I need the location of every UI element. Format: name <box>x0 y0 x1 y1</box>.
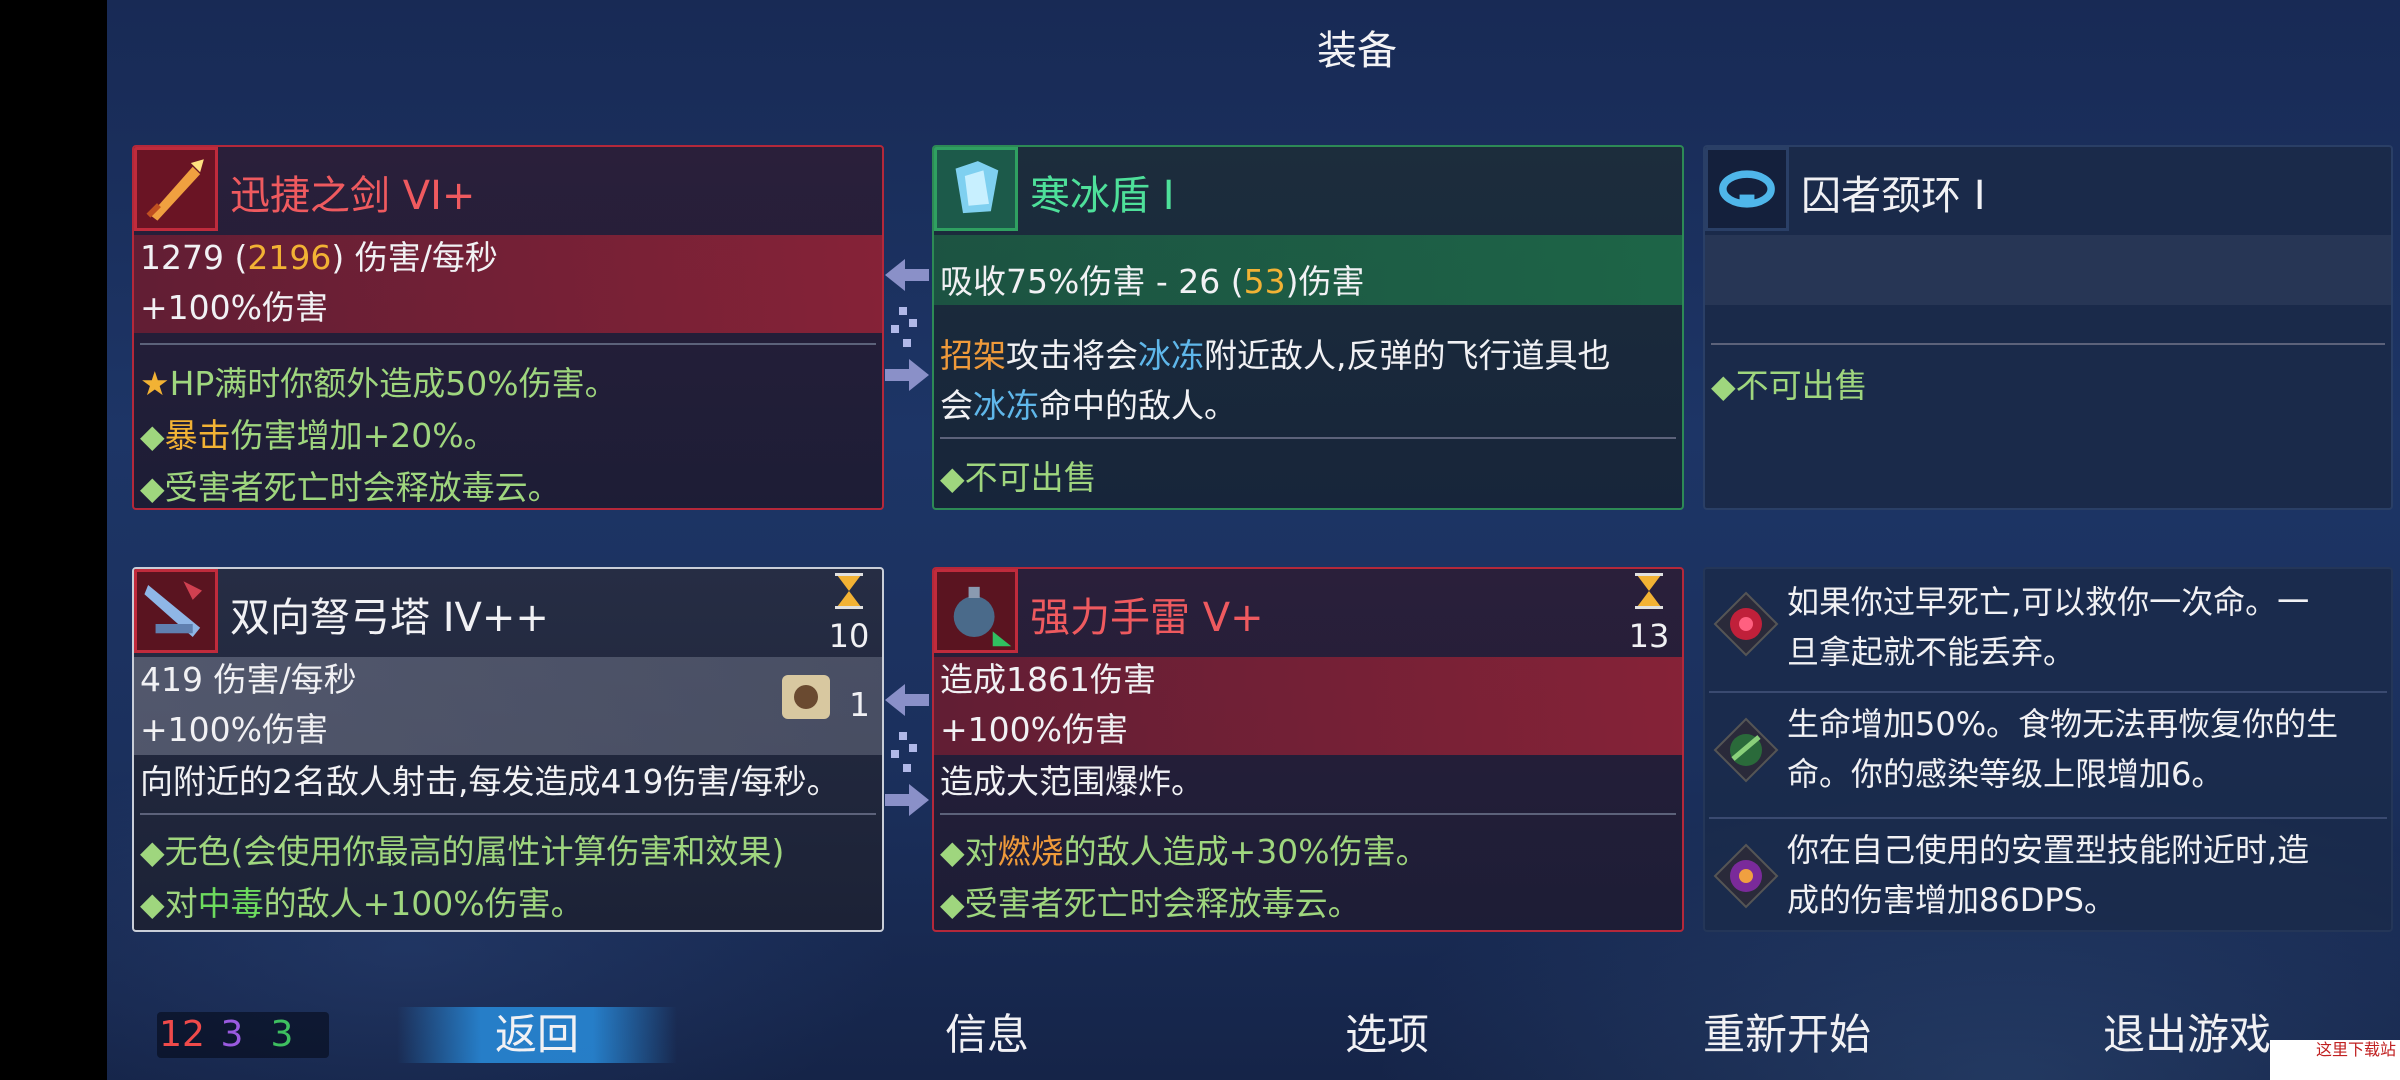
weapon-card-sword[interactable]: 迅捷之剑 VI+ 1279 (2196) 伤害/每秒 +100%伤害 ★HP满时… <box>132 145 884 510</box>
amulet-card[interactable]: 囚者颈环 I ◆不可出售 <box>1703 145 2393 510</box>
bullet-icon: ◆ <box>940 885 965 923</box>
divider <box>140 813 876 815</box>
cooldown-value: 13 <box>1628 617 1670 655</box>
divider <box>940 813 1676 815</box>
divider <box>140 343 876 345</box>
affix-burning: ◆对燃烧的敌人造成+30%伤害。 <box>940 832 1429 871</box>
item-name: 双向弩弓塔 IV++ <box>230 595 549 641</box>
grenade-icon <box>934 569 1018 653</box>
ice-shield-icon <box>934 147 1018 231</box>
divider <box>940 437 1676 439</box>
affix-colorless: ◆无色(会使用你最高的属性计算伤害和效果) <box>140 832 785 871</box>
cooldown-timer: 10 <box>824 573 874 655</box>
bullet-icon: ◆ <box>140 417 165 455</box>
target-mutation-icon <box>1711 841 1781 911</box>
restart-button[interactable]: 重新开始 <box>1637 1007 1937 1063</box>
info-button[interactable]: 信息 <box>867 1007 1107 1063</box>
scroll-icon <box>774 665 838 729</box>
mutation-row[interactable]: 如果你过早死亡,可以救你一次命。一 旦拿起就不能丢弃。 <box>1705 569 2391 687</box>
bonus-line: +100%伤害 <box>140 288 328 327</box>
desc-line: 造成大范围爆炸。 <box>940 762 1204 801</box>
absorb-line: 吸收75%伤害 - 26 (53)伤害 <box>940 262 1365 301</box>
affix-legendary: ★HP满时你额外造成50%伤害。 <box>140 364 618 403</box>
affix-crit: ◆暴击伤害增加+20%。 <box>140 416 497 455</box>
bullet-icon: ◆ <box>1711 367 1736 405</box>
bonus-line: +100%伤害 <box>940 710 1128 749</box>
affix-poison: ◆受害者死亡时会释放毒云。 <box>140 468 561 507</box>
necklace-mutation-icon <box>1711 589 1781 659</box>
desc-line-1: 招架攻击将会冰冻附近敌人,反弹的飞行道具也 <box>940 336 1611 375</box>
mutation-desc: 如果你过早死亡,可以救你一次命。一 旦拿起就不能丢弃。 <box>1787 583 2310 671</box>
divider <box>1709 691 2387 693</box>
left-black-bar <box>0 0 107 1080</box>
mutation-row[interactable]: 你在自己使用的安置型技能附近时,造 成的伤害增加86DPS。 <box>1705 821 2391 930</box>
hourglass-icon <box>835 573 863 609</box>
mutations-panel: 如果你过早死亡,可以救你一次命。一 旦拿起就不能丢弃。 生命增加50%。食物无法再… <box>1703 567 2393 932</box>
mutation-desc: 你在自己使用的安置型技能附近时,造 成的伤害增加86DPS。 <box>1787 831 2310 919</box>
watermark-logo: 这里下载站 <box>2270 1040 2400 1080</box>
tactics-count: 3 <box>220 1014 244 1055</box>
stats-band <box>1705 235 2391 305</box>
dps-unit: 伤害/每秒 <box>354 238 498 277</box>
cooldown-timer: 13 <box>1624 573 1674 655</box>
star-icon: ★ <box>140 364 170 403</box>
page-title: 装备 <box>1317 28 1397 74</box>
skill-card-turret[interactable]: 双向弩弓塔 IV++ 10 419 伤害/每秒 +100%伤害 1 向附近的2名… <box>132 567 884 932</box>
bullet-icon: ◆ <box>140 833 165 871</box>
options-button[interactable]: 选项 <box>1267 1007 1507 1063</box>
bullet-icon: ◆ <box>940 459 965 497</box>
item-name: 迅捷之剑 VI+ <box>230 173 476 219</box>
inventory-screen: 装备 迅捷之剑 VI+ 1279 (2196) 伤害/每秒 +100%伤害 ★H… <box>107 0 2400 1080</box>
bullet-icon: ◆ <box>940 833 965 871</box>
affix-poisoned: ◆对中毒的敌人+100%伤害。 <box>140 884 584 923</box>
desc-line-2: 会冰冻命中的敌人。 <box>940 386 1237 425</box>
bonus-line: +100%伤害 <box>140 710 328 749</box>
swap-skills-arrows[interactable] <box>879 680 935 820</box>
mutation-row[interactable]: 生命增加50%。食物无法再恢复你的生 命。你的感染等级上限增加6。 <box>1705 695 2391 813</box>
item-name: 囚者颈环 I <box>1801 173 1986 219</box>
scroll-stats: 12 3 3 <box>157 1012 329 1058</box>
affix-unsellable: ◆不可出售 <box>1711 366 1868 405</box>
dps-crit: 2196 <box>247 238 332 277</box>
damage-line: 造成1861伤害 <box>940 660 1156 699</box>
item-name: 寒冰盾 I <box>1030 173 1175 219</box>
mutation-desc: 生命增加50%。食物无法再恢复你的生 命。你的感染等级上限增加6。 <box>1787 705 2339 793</box>
affix-poison: ◆受害者死亡时会释放毒云。 <box>940 884 1361 923</box>
crossbow-turret-icon <box>134 569 218 653</box>
dps-base: 1279 <box>140 238 224 277</box>
affix-unsellable: ◆不可出售 <box>940 458 1097 497</box>
collar-icon <box>1705 147 1789 231</box>
scroll-count: 1 <box>849 685 870 724</box>
bottom-nav: 12 3 3 返回 信息 选项 重新开始 退出游戏 <box>107 995 2400 1080</box>
survival-count: 3 <box>270 1014 294 1055</box>
hourglass-icon <box>1635 573 1663 609</box>
swap-weapons-arrows[interactable] <box>879 255 935 395</box>
dps-line: 419 伤害/每秒 <box>140 660 357 699</box>
weapon-card-shield[interactable]: 寒冰盾 I 吸收75%伤害 - 26 (53)伤害 招架攻击将会冰冻附近敌人,反… <box>932 145 1684 510</box>
item-name: 强力手雷 V+ <box>1030 595 1264 641</box>
bullet-icon: ◆ <box>140 469 165 507</box>
sword-icon <box>134 147 218 231</box>
vines-mutation-icon <box>1711 715 1781 785</box>
skill-card-grenade[interactable]: 强力手雷 V+ 13 造成1861伤害 +100%伤害 造成大范围爆炸。 ◆对燃… <box>932 567 1684 932</box>
divider <box>1711 343 2385 345</box>
bullet-icon: ◆ <box>140 885 165 923</box>
cooldown-value: 10 <box>828 617 870 655</box>
brutality-count: 12 <box>159 1014 205 1055</box>
back-button[interactable]: 返回 <box>397 1007 677 1063</box>
divider <box>1709 817 2387 819</box>
dps-line: 1279 (2196) 伤害/每秒 <box>140 238 498 277</box>
desc-line: 向附近的2名敌人射击,每发造成419伤害/每秒。 <box>140 762 840 801</box>
